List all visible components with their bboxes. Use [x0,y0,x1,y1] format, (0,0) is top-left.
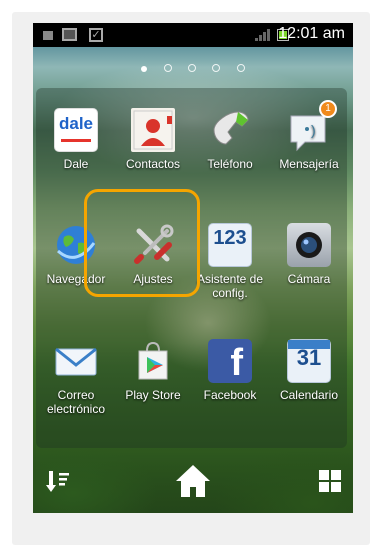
dock [33,455,353,513]
app-calendario[interactable]: 31 Calendario [270,339,348,402]
app-correo[interactable]: Correo electrónico [37,339,115,416]
calendar-icon: 31 [287,339,331,383]
app-label: Play Store [125,388,181,402]
app-label: Calendario [279,388,339,402]
clock: 12:01 am [278,25,345,42]
app-asistente[interactable]: 123 Asistente de config. [191,223,269,300]
app-camara[interactable]: Cámara [270,223,348,286]
page-dot [188,64,196,72]
message-notification-icon [43,31,53,40]
app-dale[interactable]: dale Dale [37,108,115,171]
app-label: Facebook [203,388,257,402]
app-label: Cámara [287,272,331,286]
app-label: Asistente de config. [196,272,264,300]
page-dot [163,64,172,72]
page-indicator[interactable] [33,59,353,77]
app-label: Correo electrónico [46,388,106,416]
app-label: Dale [63,157,89,171]
camera-icon [287,223,331,267]
messaging-icon: ) 1 [287,100,337,152]
image-notification-icon [62,28,77,41]
page-dot [236,64,245,72]
sort-icon[interactable] [45,469,71,500]
highlight-annotation [84,189,200,297]
app-label: Teléfono [207,157,253,171]
app-label: Contactos [125,157,181,171]
app-label: Mensajería [279,157,339,171]
app-facebook[interactable]: f Facebook [191,339,269,402]
phone-screen: ✓ 12:01 am dale Dale Contactos Teléfono … [33,23,353,513]
contacts-icon [131,108,175,152]
play-store-icon [131,339,175,383]
phone-icon [208,108,252,152]
email-icon [54,339,98,383]
home-icon[interactable] [174,463,212,504]
app-contactos[interactable]: Contactos [114,108,192,171]
page-dot [141,66,148,72]
status-bar: ✓ 12:01 am [33,23,353,47]
page-dot [212,64,221,72]
app-mensajeria[interactable]: ) 1 Mensajería [270,100,348,171]
checkbox-notification-icon: ✓ [89,28,103,42]
signal-icon [255,29,271,41]
facebook-icon: f [208,339,252,384]
svg-text:): ) [311,122,316,138]
app-playstore[interactable]: Play Store [114,339,192,402]
notification-badge: 1 [319,100,337,118]
setup-wizard-icon: 123 [208,223,252,267]
app-drawer-icon[interactable] [318,469,342,498]
dale-icon: dale [54,108,98,152]
app-telefono[interactable]: Teléfono [191,108,269,171]
